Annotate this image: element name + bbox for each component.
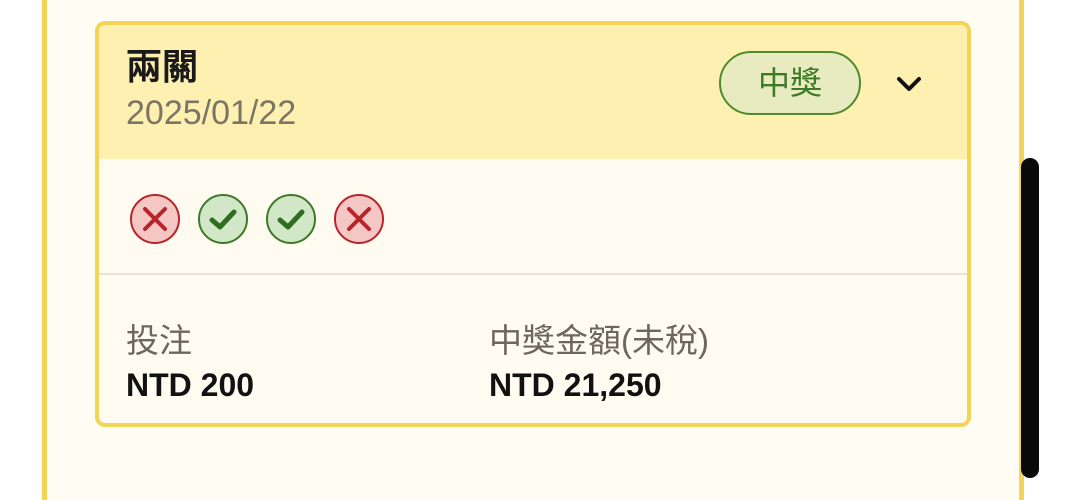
status-badge: 中獎 [719,51,861,115]
prize-amount-label: 中獎金額(未稅) [489,322,709,359]
scrollbar[interactable] [1021,158,1039,478]
x-circle-icon [130,194,180,244]
bet-date: 2025/01/22 [126,94,297,132]
check-circle-icon [198,194,248,244]
bet-amount-value: NTD 200 [126,367,255,403]
divider [99,273,967,275]
bet-record-card[interactable]: 兩關 2025/01/22 中獎 投注 NTD 200 中獎金額(未稅) NTD… [95,21,971,427]
chevron-down-icon[interactable] [895,73,923,95]
prize-amount-value: NTD 21,250 [489,367,662,403]
match-results [129,193,385,247]
check-circle-icon [266,194,316,244]
bet-type-title: 兩關 [126,46,199,87]
x-circle-icon [334,194,384,244]
card-header[interactable]: 兩關 2025/01/22 中獎 [99,25,967,159]
bet-amount-label: 投注 [126,322,192,359]
